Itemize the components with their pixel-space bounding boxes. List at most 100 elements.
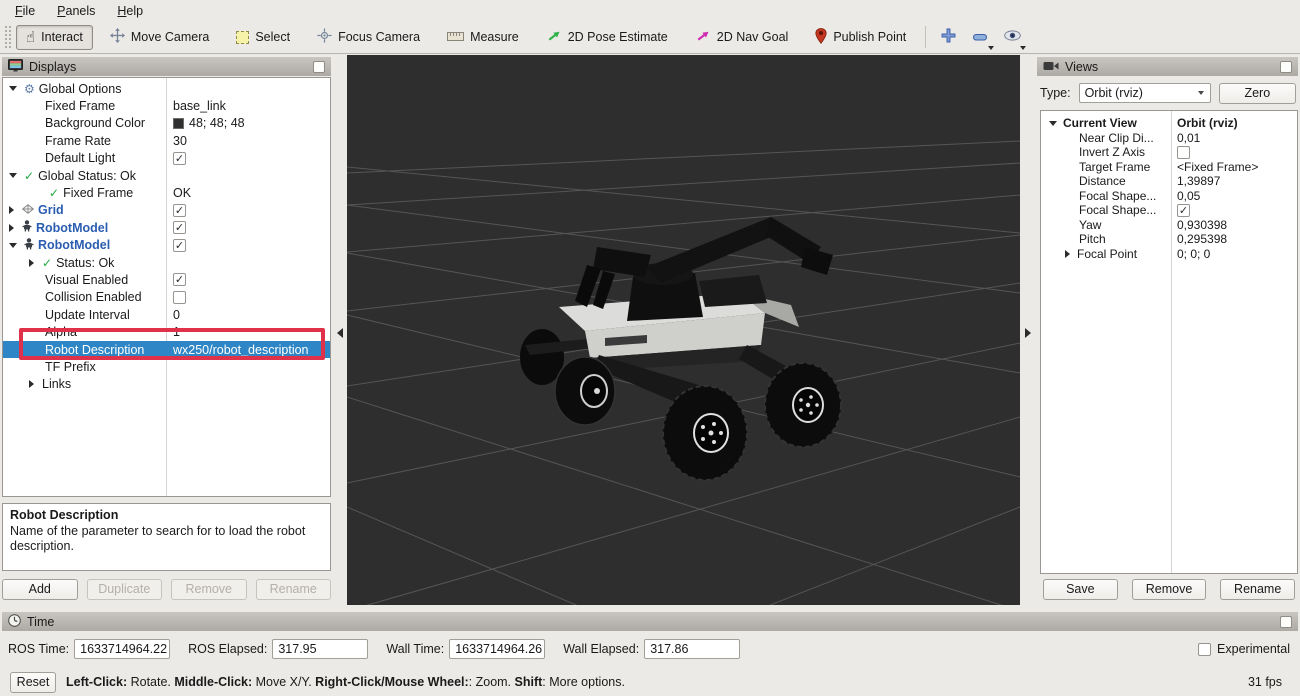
tree-row-pitch[interactable]: Pitch 0,295398 bbox=[1041, 232, 1297, 247]
remove-button[interactable]: Remove bbox=[171, 579, 247, 600]
publish-point-tool-button[interactable]: Publish Point bbox=[805, 23, 916, 52]
select-tool-button[interactable]: Select bbox=[226, 25, 300, 49]
tree-row-links[interactable]: Links bbox=[3, 376, 330, 393]
tree-row-yaw[interactable]: Yaw 0,930398 bbox=[1041, 218, 1297, 233]
tree-column-divider[interactable] bbox=[1171, 111, 1172, 573]
interact-tool-button[interactable]: ☝ Interact bbox=[16, 25, 93, 50]
save-button[interactable]: Save bbox=[1043, 579, 1118, 600]
property-value[interactable]: 0,05 bbox=[1172, 189, 1297, 203]
float-button[interactable] bbox=[1280, 616, 1292, 628]
tree-row-near-clip[interactable]: Near Clip Di... 0,01 bbox=[1041, 131, 1297, 146]
property-value[interactable]: 0 bbox=[169, 308, 330, 322]
checkbox[interactable] bbox=[1177, 146, 1190, 159]
property-value[interactable]: <Fixed Frame> bbox=[1172, 160, 1297, 174]
property-value[interactable]: 0,295398 bbox=[1172, 232, 1297, 246]
rename-view-button[interactable]: Rename bbox=[1220, 579, 1295, 600]
property-value[interactable]: 0,01 bbox=[1172, 131, 1297, 145]
checkbox[interactable] bbox=[173, 152, 186, 165]
reset-button[interactable]: Reset bbox=[10, 672, 56, 693]
tree-row-global-options[interactable]: ⚙Global Options bbox=[3, 80, 330, 97]
menu-help[interactable]: Help bbox=[106, 2, 154, 20]
checkbox[interactable] bbox=[173, 239, 186, 252]
expander-icon[interactable] bbox=[1065, 250, 1070, 258]
tree-row-frame-rate[interactable]: Frame Rate 30 bbox=[3, 132, 330, 149]
zero-button[interactable]: Zero bbox=[1219, 83, 1296, 104]
tree-row-focal-shape-size[interactable]: Focal Shape... 0,05 bbox=[1041, 189, 1297, 204]
tree-row-status-ok[interactable]: ✓Status: Ok bbox=[3, 254, 330, 271]
measure-tool-button[interactable]: Measure bbox=[437, 25, 529, 49]
tree-row-focal-shape-fixed[interactable]: Focal Shape... bbox=[1041, 203, 1297, 218]
property-value[interactable]: 30 bbox=[169, 134, 330, 148]
expander-icon[interactable] bbox=[9, 206, 14, 214]
move-camera-tool-button[interactable]: Move Camera bbox=[100, 23, 220, 51]
tree-row-target-frame[interactable]: Target Frame <Fixed Frame> bbox=[1041, 160, 1297, 175]
3d-viewport[interactable] bbox=[347, 55, 1020, 605]
expander-icon[interactable] bbox=[9, 243, 17, 248]
view-type-select[interactable]: Orbit (rviz) bbox=[1079, 83, 1211, 103]
focus-camera-tool-button[interactable]: Focus Camera bbox=[307, 23, 430, 51]
menu-file[interactable]: File bbox=[4, 2, 46, 20]
tree-row-grid[interactable]: Grid bbox=[3, 202, 330, 219]
property-value[interactable]: 0; 0; 0 bbox=[1172, 247, 1297, 261]
remove-view-button[interactable]: Remove bbox=[1132, 579, 1207, 600]
add-tool-button[interactable] bbox=[935, 24, 961, 50]
checkbox[interactable] bbox=[173, 204, 186, 217]
property-value[interactable]: 1 bbox=[169, 325, 330, 339]
nav-goal-tool-button[interactable]: 2D Nav Goal bbox=[685, 23, 799, 52]
float-button[interactable] bbox=[313, 61, 325, 73]
property-value[interactable]: 0,930398 bbox=[1172, 218, 1297, 232]
experimental-checkbox[interactable] bbox=[1198, 643, 1211, 656]
expander-icon[interactable] bbox=[9, 224, 14, 232]
tree-row-robotmodel-1[interactable]: RobotModel bbox=[3, 219, 330, 236]
property-value[interactable]: 48; 48; 48 bbox=[189, 116, 245, 130]
tree-row-fixed-frame-status[interactable]: ✓Fixed Frame OK bbox=[3, 184, 330, 201]
right-splitter[interactable] bbox=[1021, 54, 1035, 611]
wall-time-input[interactable]: 1633714964.26 bbox=[449, 639, 545, 659]
ros-time-input[interactable]: 1633714964.22 bbox=[74, 639, 170, 659]
expander-icon[interactable] bbox=[9, 86, 17, 91]
tree-row-collision-enabled[interactable]: Collision Enabled bbox=[3, 289, 330, 306]
tree-row-robotmodel-2[interactable]: RobotModel bbox=[3, 237, 330, 254]
displays-titlebar[interactable]: Displays bbox=[2, 57, 331, 76]
tool-visibility-button[interactable] bbox=[999, 24, 1025, 50]
tree-row-invert-z[interactable]: Invert Z Axis bbox=[1041, 145, 1297, 160]
tree-row-background-color[interactable]: Background Color 48; 48; 48 bbox=[3, 115, 330, 132]
float-button[interactable] bbox=[1280, 61, 1292, 73]
pose-estimate-tool-button[interactable]: 2D Pose Estimate bbox=[536, 23, 678, 52]
rename-button[interactable]: Rename bbox=[256, 579, 332, 600]
tree-row-alpha[interactable]: Alpha 1 bbox=[3, 323, 330, 340]
time-titlebar[interactable]: Time bbox=[2, 612, 1298, 631]
remove-tool-button[interactable] bbox=[967, 24, 993, 50]
tree-row-fixed-frame[interactable]: Fixed Frame base_link bbox=[3, 97, 330, 114]
views-titlebar[interactable]: Views bbox=[1037, 57, 1298, 76]
collapse-right-panel-button[interactable] bbox=[1025, 328, 1031, 338]
duplicate-button[interactable]: Duplicate bbox=[87, 579, 163, 600]
tree-row-robot-description[interactable]: Robot Description wx250/robot_descriptio… bbox=[3, 341, 330, 358]
tree-row-default-light[interactable]: Default Light bbox=[3, 150, 330, 167]
property-value[interactable]: base_link bbox=[169, 99, 330, 113]
wall-elapsed-input[interactable]: 317.86 bbox=[644, 639, 740, 659]
checkbox[interactable] bbox=[173, 291, 186, 304]
menu-panels[interactable]: Panels bbox=[46, 2, 106, 20]
checkbox[interactable] bbox=[173, 273, 186, 286]
add-button[interactable]: Add bbox=[2, 579, 78, 600]
tree-row-current-view[interactable]: Current View Orbit (rviz) bbox=[1041, 116, 1297, 131]
checkbox[interactable] bbox=[1177, 204, 1190, 217]
tree-row-visual-enabled[interactable]: Visual Enabled bbox=[3, 271, 330, 288]
tree-row-update-interval[interactable]: Update Interval 0 bbox=[3, 306, 330, 323]
ros-elapsed-input[interactable]: 317.95 bbox=[272, 639, 368, 659]
property-value[interactable]: 1,39897 bbox=[1172, 174, 1297, 188]
expander-icon[interactable] bbox=[29, 380, 34, 388]
expander-icon[interactable] bbox=[1049, 121, 1057, 126]
expander-icon[interactable] bbox=[9, 173, 17, 178]
toolbar-drag-handle[interactable] bbox=[4, 25, 12, 49]
tree-row-global-status[interactable]: ✓Global Status: Ok bbox=[3, 167, 330, 184]
collapse-left-panel-button[interactable] bbox=[337, 328, 343, 338]
tree-row-tf-prefix[interactable]: TF Prefix bbox=[3, 358, 330, 375]
tree-row-distance[interactable]: Distance 1,39897 bbox=[1041, 174, 1297, 189]
checkbox[interactable] bbox=[173, 221, 186, 234]
expander-icon[interactable] bbox=[29, 259, 34, 267]
tree-row-focal-point[interactable]: Focal Point 0; 0; 0 bbox=[1041, 247, 1297, 262]
property-value[interactable]: wx250/robot_description bbox=[169, 343, 330, 357]
left-splitter[interactable] bbox=[333, 54, 347, 611]
